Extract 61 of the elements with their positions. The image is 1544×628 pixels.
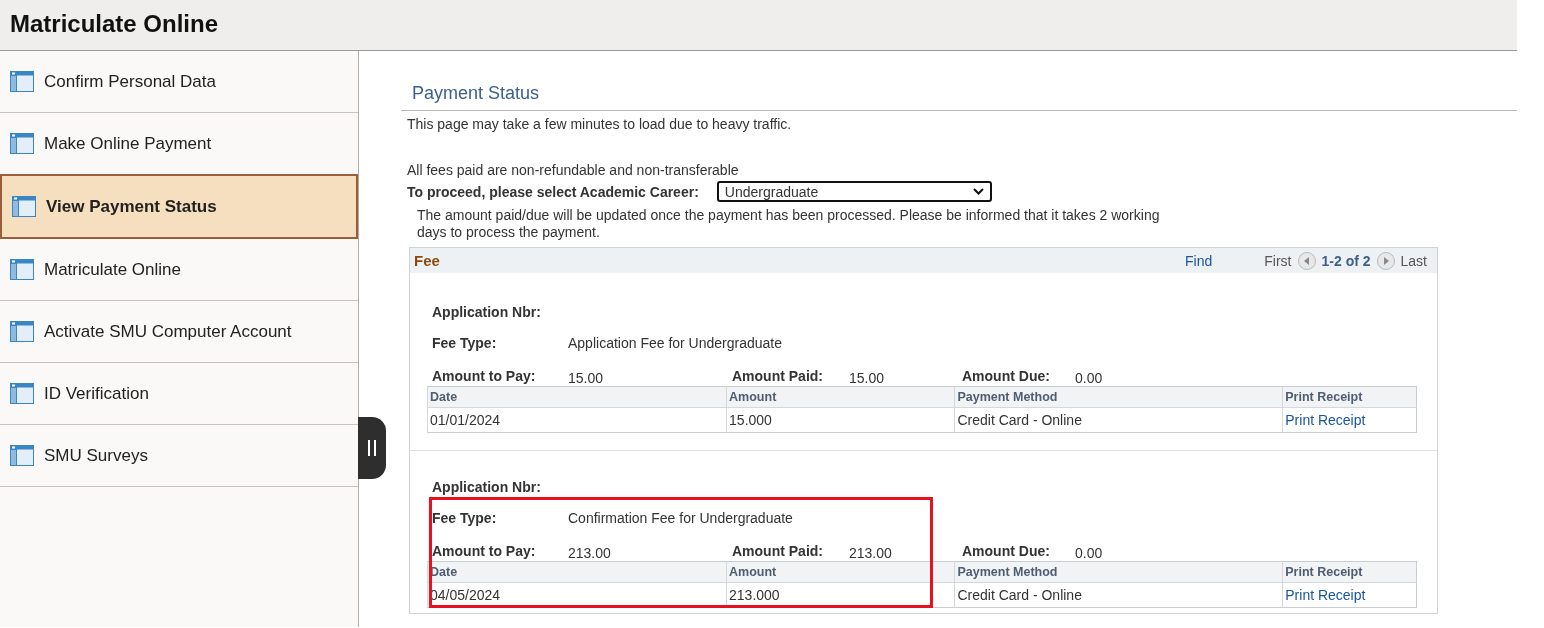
table-cell: 15.000 xyxy=(726,407,955,433)
field-label: Amount Due: xyxy=(962,368,1051,386)
column-header: Payment Method xyxy=(954,386,1283,408)
notice-text: All fees paid are non-refundable and non-transferable xyxy=(407,162,740,178)
print-receipt-link[interactable]: Print Receipt xyxy=(1285,412,1366,428)
career-dropdown[interactable]: Undergraduate xyxy=(716,181,992,202)
last-label: Last xyxy=(1400,252,1427,269)
sidebar-item[interactable]: Matriculate Online xyxy=(0,239,358,301)
field-label: To proceed, please select Academic Career: xyxy=(407,183,699,200)
field-value: 213.00 xyxy=(849,545,893,561)
field-value: Application Fee for Undergraduate xyxy=(568,334,783,351)
window-icon xyxy=(10,383,34,404)
print-receipt-link[interactable]: Print Receipt xyxy=(1285,587,1366,603)
info-text: The amount paid/due will be updated once the payment has been processed. Please be informed that it takes 2 working days to process the payment. xyxy=(417,207,1161,241)
field-label: Amount to Pay: xyxy=(432,543,537,561)
page-range: 1-2 of 2 xyxy=(1321,252,1371,269)
notice-text: This page may take a few minutes to load due to heavy traffic. xyxy=(407,116,793,132)
section-title: Payment Status xyxy=(412,83,540,104)
field-value: 15.00 xyxy=(849,370,886,386)
column-header: Amount xyxy=(726,386,955,408)
field-label: Amount Paid: xyxy=(732,368,824,386)
window-icon xyxy=(10,445,34,466)
next-icon[interactable] xyxy=(1376,251,1395,270)
table-cell: Credit Card - Online xyxy=(954,582,1283,608)
field-label: Application Nbr: xyxy=(432,303,541,320)
window-icon xyxy=(10,259,34,280)
field-label: Fee Type: xyxy=(432,334,498,351)
field-label: Fee Type: xyxy=(432,509,498,526)
sidebar-item[interactable]: ID Verification xyxy=(0,363,358,425)
field-value: 15.00 xyxy=(568,370,605,386)
table-cell: 01/01/2024 xyxy=(427,407,727,433)
field-label: Application Nbr: xyxy=(432,478,541,495)
field-label: Amount Due: xyxy=(962,543,1051,561)
first-label: First xyxy=(1264,252,1292,269)
field-value: 213.00 xyxy=(568,545,612,561)
window-icon xyxy=(10,321,34,342)
field-value: Confirmation Fee for Undergraduate xyxy=(568,509,793,526)
sidebar-item[interactable]: Confirm Personal Data xyxy=(0,51,358,113)
page-title: Matriculate Online xyxy=(9,9,219,38)
previous-icon[interactable] xyxy=(1297,251,1316,270)
collapse-handle[interactable] xyxy=(358,417,386,479)
column-header: Date xyxy=(427,386,727,408)
field-value: 0.00 xyxy=(1075,545,1104,561)
pause-bars-icon xyxy=(368,440,376,456)
find-link[interactable]: Find xyxy=(1185,252,1213,269)
column-header: Payment Method xyxy=(954,561,1283,583)
sidebar-item[interactable]: Activate SMU Computer Account xyxy=(0,301,358,363)
chevron-down-icon xyxy=(972,188,984,195)
column-header: Print Receipt xyxy=(1282,386,1417,408)
window-icon xyxy=(10,133,34,154)
window-icon xyxy=(12,196,36,217)
table-cell: Credit Card - Online xyxy=(954,407,1283,433)
sidebar-item[interactable]: SMU Surveys xyxy=(0,425,358,487)
field-value: 0.00 xyxy=(1075,370,1104,386)
field-label: Amount to Pay: xyxy=(432,368,537,386)
field-label: Amount Paid: xyxy=(732,543,824,561)
column-header: Amount xyxy=(726,561,955,583)
grid-title: Fee xyxy=(414,252,441,269)
window-icon xyxy=(10,71,34,92)
sidebar-item[interactable]: View Payment Status xyxy=(0,174,358,239)
column-header: Print Receipt xyxy=(1282,561,1417,583)
